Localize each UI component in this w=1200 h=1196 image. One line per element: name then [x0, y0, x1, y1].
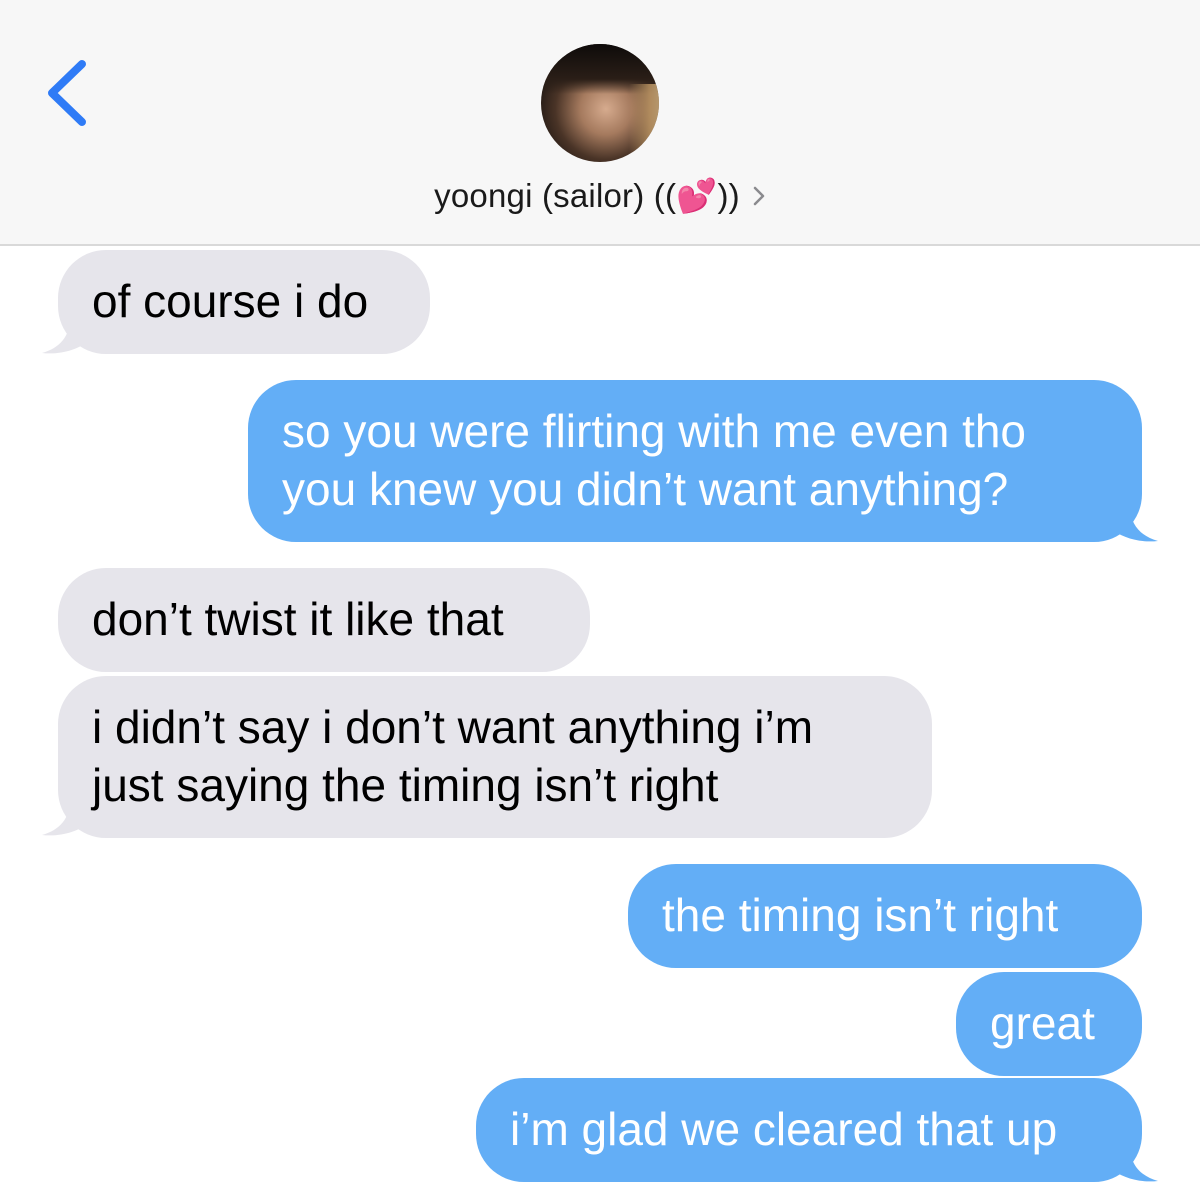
message-bubble-received[interactable]: of course i do [58, 250, 430, 354]
message-text-line: just saying the timing isn’t right [92, 759, 719, 811]
bubble-tail [42, 318, 90, 354]
chevron-left-icon[interactable] [44, 58, 90, 128]
bubble-tail [1110, 1146, 1158, 1182]
message-text: i’m glad we cleared that up [510, 1103, 1058, 1155]
message-bubble-received[interactable]: don’t twist it like that [58, 568, 590, 672]
message-bubble-received[interactable]: i didn’t say i don’t want anything i’m j… [58, 676, 932, 838]
message-text: the timing isn’t right [662, 889, 1059, 941]
message-text: don’t twist it like that [92, 593, 504, 645]
message-bubble-sent[interactable]: so you were flirting with me even tho yo… [248, 380, 1142, 542]
bubble-tail [42, 800, 90, 836]
message-bubble-sent[interactable]: great [956, 972, 1142, 1076]
message-text-line: i didn’t say i don’t want anything i’m [92, 701, 814, 753]
message-bubble-sent[interactable]: the timing isn’t right [628, 864, 1142, 968]
chevron-right-icon [753, 186, 765, 206]
message-bubble-sent[interactable]: i’m glad we cleared that up [476, 1078, 1142, 1182]
message-text-line: so you were flirting with me even tho [282, 405, 1027, 457]
avatar[interactable] [541, 44, 659, 162]
message-text-line: you knew you didn’t want anything? [282, 463, 1009, 515]
message-text: of course i do [92, 275, 369, 327]
contact-name: yoongi (sailor) ((💕)) [434, 176, 740, 214]
conversation-header: yoongi (sailor) ((💕)) [0, 0, 1200, 246]
message-text: great [990, 997, 1095, 1049]
bubble-tail [1110, 506, 1158, 542]
contact-name-button[interactable]: yoongi (sailor) ((💕)) [0, 170, 1200, 222]
